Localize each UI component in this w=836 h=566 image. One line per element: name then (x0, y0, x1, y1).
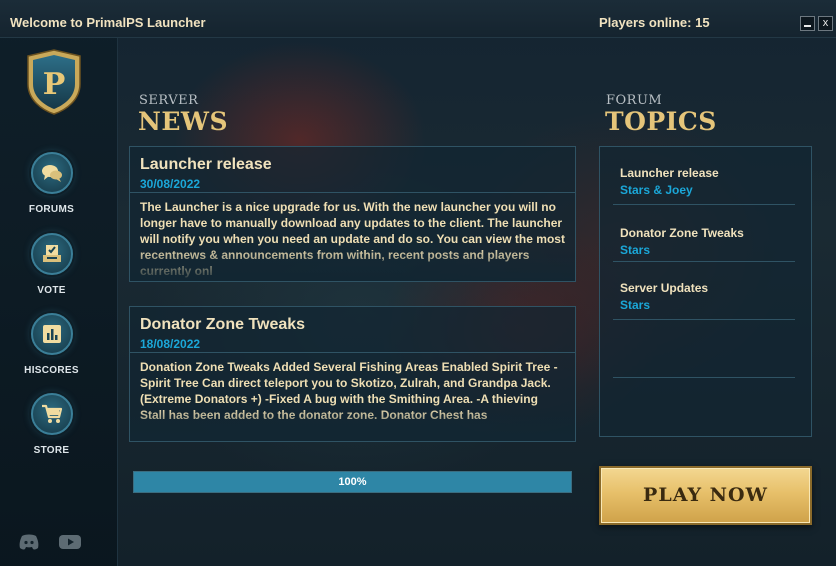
sidebar-item-label: VOTE (37, 285, 66, 296)
discord-icon[interactable] (19, 534, 39, 555)
topic-author: Stars (620, 298, 651, 312)
youtube-icon[interactable] (59, 534, 81, 555)
news-body: Donation Zone Tweaks Added Several Fishi… (130, 353, 575, 441)
news-card-header: Donator Zone Tweaks 18/08/2022 (130, 307, 575, 353)
bar-chart-icon (30, 313, 73, 355)
sidebar-item-forums[interactable]: FORUMS (0, 152, 103, 215)
news-card[interactable]: Launcher release 30/08/2022 The Launcher… (129, 146, 576, 282)
players-online: Players online: 15 (599, 15, 710, 30)
play-now-button[interactable]: PLAY NOW (599, 466, 812, 525)
topic-item[interactable]: Server Updates Stars (613, 281, 795, 320)
sidebar-item-store[interactable]: STORE (0, 393, 103, 456)
news-heading: NEWS (138, 107, 229, 136)
news-title: Donator Zone Tweaks (140, 316, 306, 333)
logo-letter: P (43, 67, 66, 102)
cart-icon (30, 393, 73, 435)
sidebar-item-label: STORE (33, 445, 70, 456)
topic-item[interactable]: Launcher release Stars & Joey (613, 166, 795, 205)
news-date: 18/08/2022 (140, 337, 201, 351)
sidebar-item-label: FORUMS (28, 204, 75, 215)
topic-title: Launcher release (620, 166, 719, 180)
logo-shield: P (24, 48, 84, 116)
topic-item[interactable]: Donator Zone Tweaks Stars (613, 226, 795, 262)
sidebar: P FORUMS VOTE HISCORES STORE (0, 38, 118, 566)
news-date: 30/08/2022 (140, 177, 201, 191)
news-kicker: SERVER (139, 93, 199, 108)
topic-title: Donator Zone Tweaks (620, 226, 744, 240)
window-title: Welcome to PrimalPS Launcher (10, 15, 206, 30)
topics-panel: Launcher release Stars & Joey Donator Zo… (599, 146, 812, 437)
forum-heading: TOPICS (605, 107, 717, 136)
news-body: The Launcher is a nice upgrade for us. W… (130, 193, 575, 281)
update-progress-bar: 100% (133, 471, 572, 493)
topic-title: Server Updates (620, 281, 709, 295)
topic-author: Stars & Joey (620, 183, 693, 197)
news-card[interactable]: Donator Zone Tweaks 18/08/2022 Donation … (129, 306, 576, 442)
sidebar-item-hiscores[interactable]: HISCORES (0, 313, 103, 376)
topic-divider (613, 377, 795, 378)
close-button[interactable]: x (818, 16, 833, 31)
vote-ballot-icon (30, 233, 73, 275)
news-title: Launcher release (140, 156, 272, 173)
sidebar-item-vote[interactable]: VOTE (0, 233, 103, 296)
progress-label: 100% (338, 476, 367, 488)
title-bar[interactable]: Welcome to PrimalPS Launcher Players onl… (0, 0, 836, 38)
sidebar-item-label: HISCORES (24, 365, 79, 376)
news-card-header: Launcher release 30/08/2022 (130, 147, 575, 193)
forum-kicker: FORUM (606, 93, 663, 108)
chat-bubbles-icon (30, 152, 73, 194)
topic-author: Stars (620, 243, 651, 257)
minimize-button[interactable] (800, 16, 815, 31)
